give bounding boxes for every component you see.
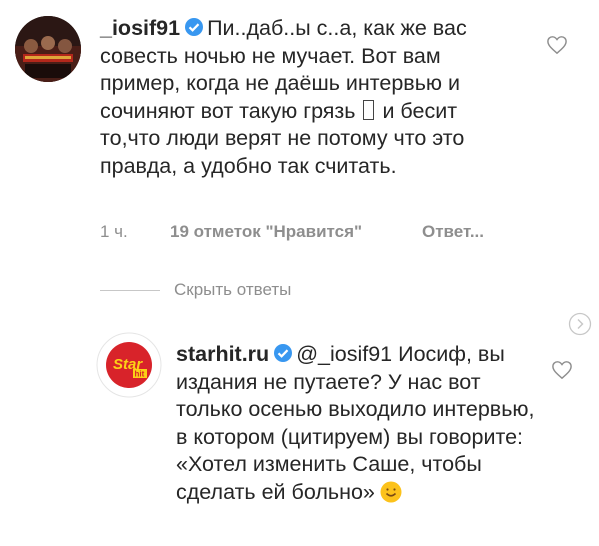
avatar-photo — [15, 16, 81, 82]
verified-badge-icon — [185, 18, 204, 36]
starhit-logo: Star hit — [96, 332, 162, 398]
mention-link[interactable]: @_iosif91 — [296, 342, 392, 366]
comment-time: 1 ч. — [100, 222, 128, 241]
username-starhit[interactable]: starhit.ru — [176, 342, 269, 366]
heart-icon[interactable] — [551, 360, 573, 385]
comment-body: Иосиф, вы издания не путаете? У нас вот … — [176, 342, 535, 504]
likes-count-button[interactable]: 19 отметок "Нравится" — [170, 222, 362, 242]
grimace-emoji-icon — [380, 481, 402, 502]
unrendered-emoji-icon — [363, 99, 375, 120]
comment-iosif91: _iosif91 Пи..даб..ы с..а, как же вас сове… — [100, 15, 520, 180]
reply-button[interactable]: Ответ... — [422, 222, 484, 242]
hide-replies-label: Скрыть ответы — [174, 280, 292, 299]
username-iosif91[interactable]: _iosif91 — [100, 16, 180, 40]
comment-starhit: starhit.ru @_iosif91 Иосиф, вы издания не… — [176, 341, 536, 506]
verified-badge-icon — [274, 344, 293, 362]
divider-line — [100, 289, 160, 291]
logo-text-hit: hit — [135, 370, 145, 379]
hide-replies-button[interactable]: Скрыть ответы — [100, 280, 291, 300]
heart-icon[interactable] — [546, 35, 568, 60]
avatar-iosif91[interactable] — [15, 16, 81, 82]
avatar-starhit[interactable]: Star hit — [96, 332, 162, 398]
chevron-right-icon[interactable] — [568, 312, 592, 341]
